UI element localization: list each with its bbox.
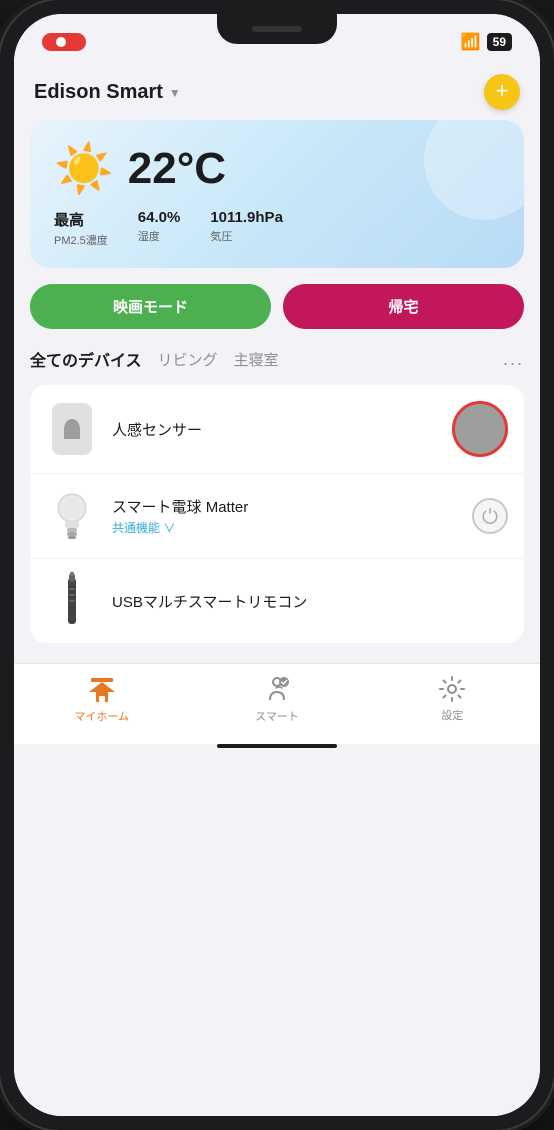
smart-bulb-icon-wrap <box>46 490 98 542</box>
home-icon <box>87 674 117 704</box>
app-content: Edison Smart ▼ + ☀️ 22°C 最高 PM2.5濃度 <box>14 64 540 1116</box>
phone-frame: 📶 59 Edison Smart ▼ + ☀️ 22°C <box>0 0 554 1130</box>
device-item-motion-sensor: 人感センサー <box>30 385 524 474</box>
phone-screen: 📶 59 Edison Smart ▼ + ☀️ 22°C <box>14 14 540 1116</box>
tab-bedroom[interactable]: 主寝室 <box>234 349 279 370</box>
weather-main: ☀️ 22°C <box>54 140 500 197</box>
stat-label-humidity: 湿度 <box>138 228 181 244</box>
device-list: 人感センサー <box>30 385 524 643</box>
weather-stat-pressure: 1011.9hPa 気圧 <box>210 209 283 248</box>
sun-icon: ☀️ <box>54 140 114 197</box>
smart-icon <box>262 674 292 704</box>
header-title-area[interactable]: Edison Smart ▼ <box>34 81 181 104</box>
battery-level: 59 <box>487 33 512 51</box>
stat-value-pm25: 最高 <box>54 209 108 230</box>
record-indicator <box>42 33 86 51</box>
notch <box>217 14 337 44</box>
nav-smart-label: スマート <box>255 708 299 724</box>
nav-myhome[interactable]: マイホーム <box>14 674 189 724</box>
weather-stat-pm25: 最高 PM2.5濃度 <box>54 209 108 248</box>
device-item-smart-bulb: スマート電球 Matter 共通機能 ∨ <box>30 474 524 559</box>
motion-sensor-info: 人感センサー <box>112 419 452 440</box>
usb-remote-name: USBマルチスマートリモコン <box>112 591 508 612</box>
smart-bulb-info: スマート電球 Matter 共通機能 ∨ <box>112 496 472 536</box>
usb-remote-icon-wrap <box>46 575 98 627</box>
mode-buttons: 映画モード 帰宅 <box>14 284 540 329</box>
weather-stat-humidity: 64.0% 湿度 <box>138 209 181 248</box>
record-dot <box>56 37 66 47</box>
smart-bulb-power-button[interactable] <box>472 498 508 534</box>
motion-sensor-icon-wrap <box>46 403 98 455</box>
usb-remote-icon <box>61 570 83 632</box>
nav-smart[interactable]: スマート <box>189 674 364 724</box>
home-mode-button[interactable]: 帰宅 <box>283 284 524 329</box>
tab-all-devices[interactable]: 全てのデバイス <box>30 347 142 371</box>
movie-mode-button[interactable]: 映画モード <box>30 284 271 329</box>
header: Edison Smart ▼ + <box>14 64 540 120</box>
stat-value-humidity: 64.0% <box>138 209 181 226</box>
temperature-display: 22°C <box>128 144 226 194</box>
stat-label-pressure: 気圧 <box>210 228 283 244</box>
nav-myhome-label: マイホーム <box>74 708 129 724</box>
stat-value-pressure: 1011.9hPa <box>210 209 283 226</box>
tab-living[interactable]: リビング <box>158 349 218 370</box>
home-title: Edison Smart <box>34 81 163 104</box>
motion-sensor-name: 人感センサー <box>112 419 452 440</box>
bottom-nav: マイホーム スマート <box>14 663 540 744</box>
bulb-icon <box>54 490 90 542</box>
stat-label-pm25: PM2.5濃度 <box>54 232 108 248</box>
nav-settings[interactable]: 設定 <box>365 675 540 723</box>
device-tabs: 全てのデバイス リビング 主寝室 ... <box>14 347 540 371</box>
weather-card: ☀️ 22°C 最高 PM2.5濃度 64.0% 湿度 1011.9hPa 気圧 <box>30 120 524 268</box>
smart-bulb-name: スマート電球 Matter <box>112 496 472 517</box>
smart-bulb-sub[interactable]: 共通機能 ∨ <box>112 519 472 536</box>
header-chevron-icon: ▼ <box>169 86 181 100</box>
wifi-icon: 📶 <box>461 32 481 52</box>
add-device-button[interactable]: + <box>484 74 520 110</box>
speaker <box>252 26 302 32</box>
plus-icon: + <box>496 80 509 102</box>
settings-icon <box>438 675 466 703</box>
weather-stats: 最高 PM2.5濃度 64.0% 湿度 1011.9hPa 気圧 <box>54 209 500 248</box>
tab-more-button[interactable]: ... <box>503 349 524 370</box>
motion-sensor-icon <box>52 403 92 455</box>
motion-sensor-toggle[interactable] <box>452 401 508 457</box>
usb-remote-info: USBマルチスマートリモコン <box>112 591 508 612</box>
device-item-usb-remote: USBマルチスマートリモコン <box>30 559 524 643</box>
status-right: 📶 59 <box>461 32 512 52</box>
nav-settings-label: 設定 <box>441 707 463 723</box>
home-indicator <box>217 744 337 748</box>
